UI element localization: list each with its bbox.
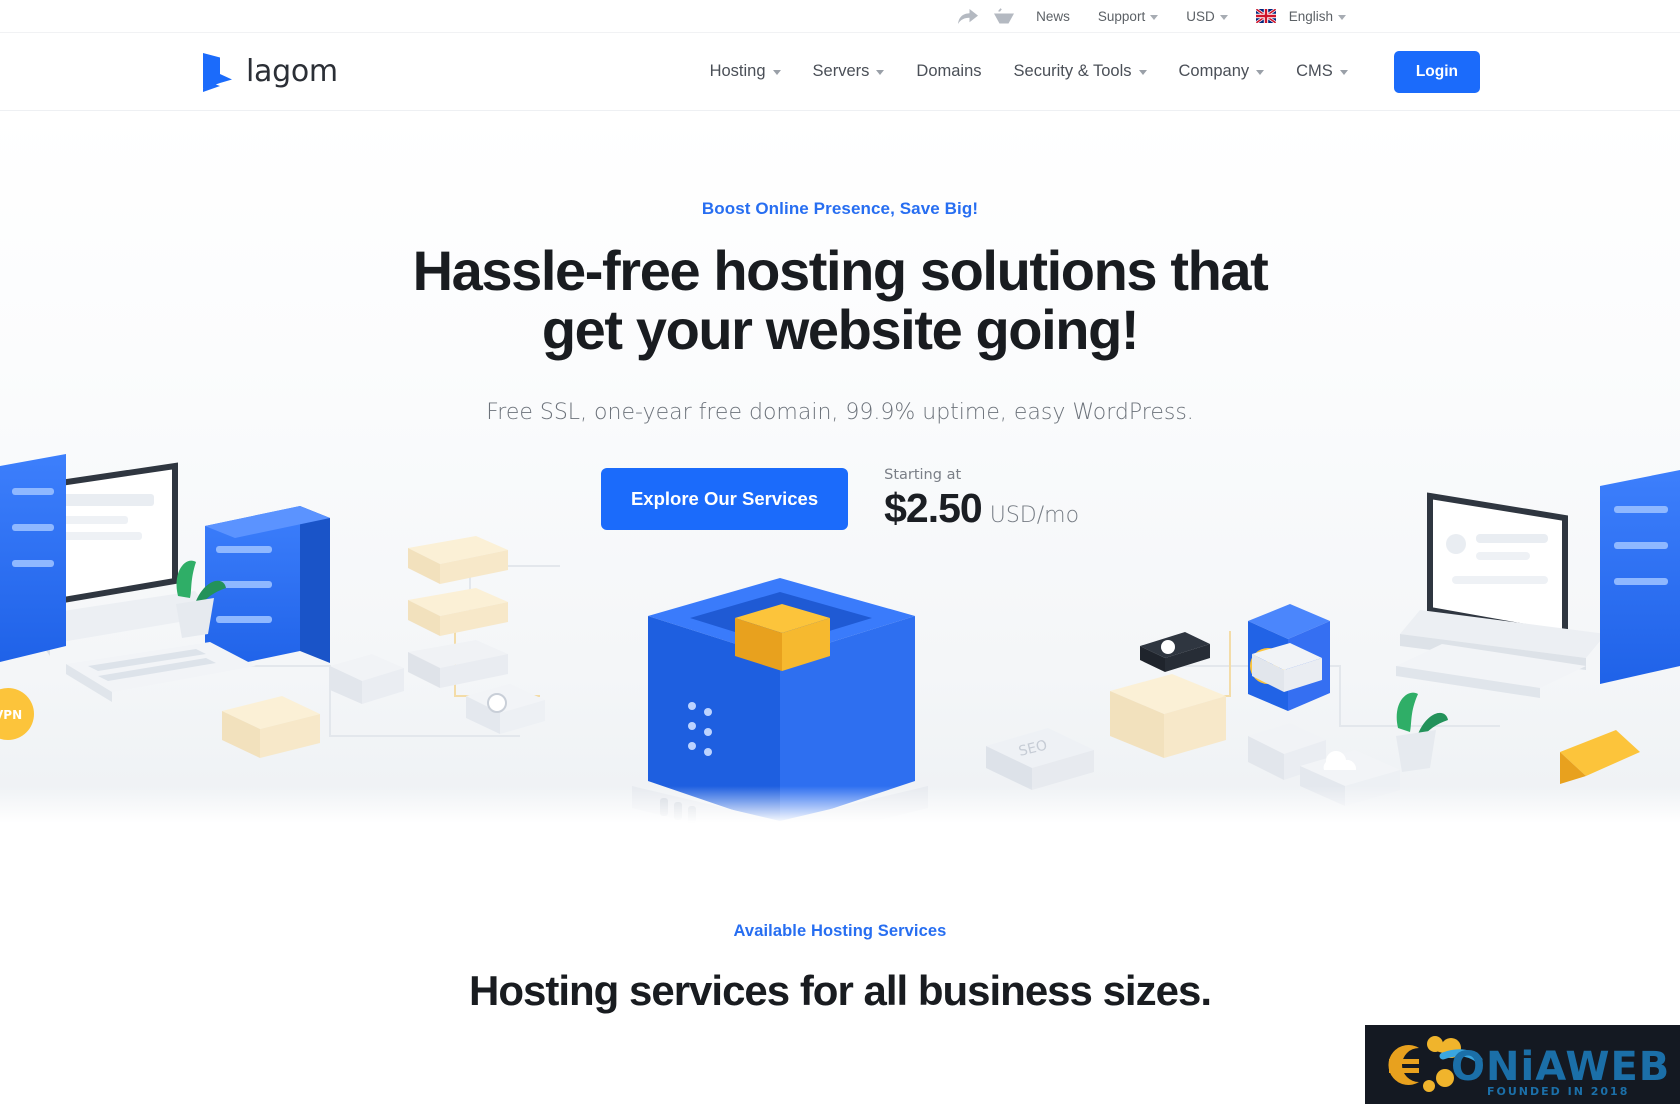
hero-content: Boost Online Presence, Save Big! Hassle-… (0, 111, 1680, 532)
price-starting-at-label: Starting at (884, 466, 962, 483)
nav-item-label: Hosting (709, 62, 766, 80)
topbar-language-dropdown[interactable]: English (1242, 0, 1360, 33)
chevron-down-icon (1339, 70, 1348, 75)
chevron-down-icon (772, 70, 781, 75)
nav-item-label: Servers (812, 62, 870, 80)
hero-title-line-2: get your website going! (541, 298, 1140, 362)
hero-title: Hassle-free hosting solutions that get y… (0, 241, 1680, 360)
hero-eyebrow: Boost Online Presence, Save Big! (701, 199, 979, 218)
svg-text:VPN: VPN (0, 708, 22, 722)
hero-bottom-fade (0, 786, 1680, 826)
topbar-support-label: Support (1097, 8, 1146, 24)
soniaweb-watermark: ONiAWEB FOUNDED IN 2018 (1365, 1025, 1680, 1104)
topbar-currency-dropdown[interactable]: USD (1172, 0, 1242, 33)
logo-text: lagom (246, 54, 338, 89)
nav-item-label: Domains (916, 62, 982, 80)
top-utility-bar: News Support USD English (0, 0, 1680, 33)
services-eyebrow: Available Hosting Services (733, 922, 947, 940)
topbar-language-label: English (1288, 8, 1333, 24)
services-section: Available Hosting Services Hosting servi… (0, 826, 1680, 1015)
nav-item-label: CMS (1296, 62, 1333, 80)
nav-item-company[interactable]: Company (1163, 52, 1281, 92)
nav-item-servers[interactable]: Servers (797, 52, 901, 92)
services-title: Hosting services for all business sizes. (469, 967, 1212, 1014)
hero-section: Boost Online Presence, Save Big! Hassle-… (0, 111, 1680, 826)
nav-item-label: Security & Tools (1013, 62, 1132, 80)
price-amount: $2.50 (884, 484, 983, 531)
hero-title-line-1: Hassle-free hosting solutions that (412, 239, 1269, 302)
nav-item-hosting[interactable]: Hosting (694, 52, 797, 92)
hero-price-block: Starting at $2.50 USD/mo (884, 467, 1079, 532)
chevron-down-icon (1150, 14, 1159, 20)
price-unit: USD/mo (989, 502, 1080, 528)
explore-our-services-button[interactable]: Explore Our Services (600, 468, 849, 531)
site-header: lagom Hosting Servers Domains Security &… (0, 33, 1680, 111)
soniaweb-logo-icon: ONiAWEB FOUNDED IN 2018 (1387, 1035, 1670, 1098)
soniaweb-tagline: FOUNDED IN 2018 (1487, 1085, 1629, 1098)
price-main: $2.50 USD/mo (884, 485, 1079, 532)
nav-item-cms[interactable]: CMS (1280, 52, 1364, 92)
chevron-down-icon (1338, 14, 1346, 20)
share-icon[interactable] (950, 0, 986, 33)
topbar-news-link[interactable]: News (1022, 0, 1084, 33)
topbar-news-label: News (1036, 8, 1070, 24)
nav-item-security-and-tools[interactable]: Security & Tools (998, 52, 1163, 92)
soniaweb-wordmark: ONiAWEB (1451, 1044, 1670, 1090)
nav-item-domains[interactable]: Domains (900, 52, 997, 92)
uk-flag-icon (1255, 9, 1276, 23)
main-navigation: Hosting Servers Domains Security & Tools… (694, 50, 1480, 93)
topbar-support-dropdown[interactable]: Support (1084, 0, 1172, 33)
hero-subtitle: Free SSL, one-year free domain, 99.9% up… (486, 399, 1194, 425)
chevron-down-icon (1138, 70, 1147, 75)
shopping-basket-icon[interactable] (986, 0, 1022, 33)
chevron-down-icon (876, 70, 885, 75)
logo-link[interactable]: lagom (200, 52, 338, 92)
chevron-down-icon (1256, 70, 1265, 75)
topbar-currency-label: USD (1186, 8, 1215, 24)
chevron-down-icon (1219, 14, 1228, 20)
login-button[interactable]: Login (1393, 50, 1480, 93)
nav-item-label: Company (1178, 62, 1250, 80)
hero-cta-row: Explore Our Services Starting at $2.50 U… (0, 467, 1680, 532)
page-root: News Support USD English lagom Hosting S… (0, 0, 1680, 1104)
lagom-logo-icon (200, 52, 234, 92)
svg-text:SEO: SEO (1017, 737, 1049, 759)
